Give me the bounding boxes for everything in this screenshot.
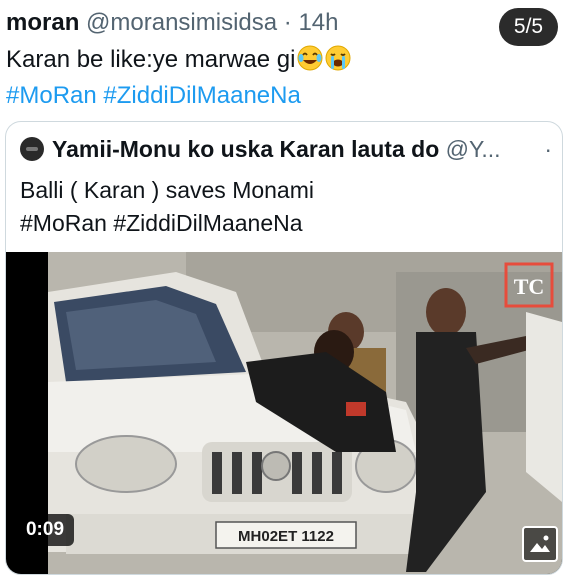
separator-dot: · — [283, 9, 292, 36]
quoted-tweet-card[interactable]: Yamii-Monu ko uska Karan lauta do @Y... … — [5, 121, 563, 575]
tweet-header: moran @moransimisidsa · 14h — [6, 8, 483, 38]
hashtag-link[interactable]: #MoRan — [6, 82, 97, 109]
loudly-crying-face-icon — [325, 45, 351, 71]
channel-watermark: TC — [514, 274, 545, 299]
face-with-tears-of-joy-icon — [297, 45, 323, 71]
display-name[interactable]: moran — [6, 9, 79, 36]
quoted-hashtags: #MoRan #ZiddiDilMaaneNa — [20, 207, 314, 240]
user-handle[interactable]: @moransimisidsa — [86, 9, 277, 36]
video-duration-badge: 0:09 — [16, 514, 74, 546]
number-plate: MH02ET 1122 — [238, 528, 334, 545]
tweet-hashtags: #MoRan #ZiddiDilMaaneNa — [6, 80, 301, 112]
image-gallery-icon[interactable] — [522, 526, 558, 562]
quoted-tweet-header: Yamii-Monu ko uska Karan lauta do @Y... … — [20, 134, 552, 164]
quoted-tweet-text: Balli ( Karan ) saves Monami #MoRan #Zid… — [20, 174, 314, 240]
quoted-separator-dot: · — [544, 136, 552, 162]
video-frame: MH02ET 1122 TC — [48, 252, 562, 574]
quoted-display-name[interactable]: Yamii-Monu ko uska Karan lauta do — [52, 136, 439, 162]
timestamp[interactable]: 14h — [298, 9, 338, 36]
media-counter-badge: 5/5 — [499, 8, 558, 46]
hashtag-link[interactable]: #ZiddiDilMaaneNa — [103, 82, 300, 109]
tweet-text: Karan be like:ye marwae gi — [6, 44, 351, 76]
quoted-user-handle[interactable]: @Y... — [446, 136, 501, 162]
tweet-text-body: Karan be like:ye marwae gi — [6, 46, 296, 73]
video-player[interactable]: MH02ET 1122 TC 0:09 — [6, 252, 562, 574]
quoted-text-line: Balli ( Karan ) saves Monami — [20, 177, 314, 203]
tweet-screenshot: moran @moransimisidsa · 14h 5/5 Karan be… — [0, 0, 563, 576]
avatar[interactable] — [20, 137, 44, 161]
quoted-hashtag[interactable]: #MoRan — [20, 210, 107, 236]
quoted-hashtag[interactable]: #ZiddiDilMaaneNa — [113, 210, 302, 236]
